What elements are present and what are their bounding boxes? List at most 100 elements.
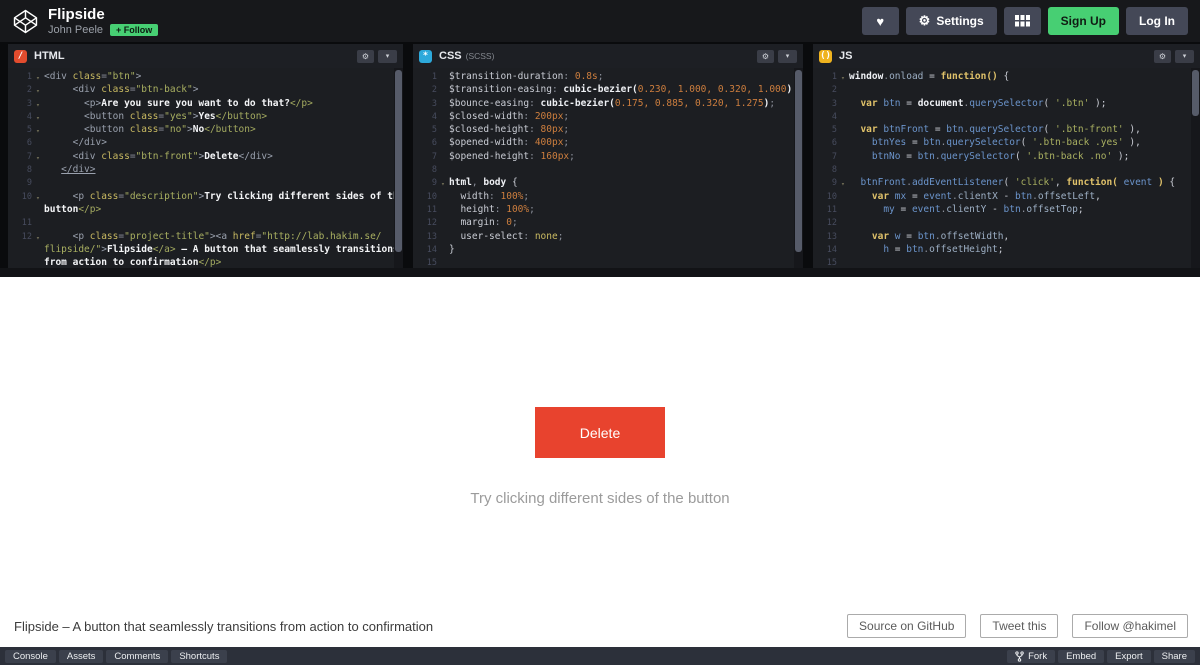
editor-preview-resizer[interactable] — [0, 268, 1200, 277]
code-line[interactable]: 14} — [413, 243, 803, 256]
pen-author[interactable]: John Peele — [48, 24, 103, 36]
code-line[interactable]: 12 — [813, 216, 1200, 229]
preview-area: Delete Try clicking different sides of t… — [0, 277, 1200, 647]
code-line[interactable]: 1▾window.onload = function() { — [813, 70, 1200, 83]
html-panel-header: / HTML ⚙ ▾ — [8, 44, 403, 68]
html-code-area[interactable]: 1▾<div class="btn">2▾ <div class="btn-ba… — [8, 68, 403, 268]
code-line[interactable]: 12▾ <p class="project-title"><a href="ht… — [8, 230, 403, 243]
code-line[interactable]: 13 var w = btn.offsetWidth, — [813, 230, 1200, 243]
fork-button[interactable]: Fork — [1007, 650, 1055, 663]
code-line[interactable]: 8 — [813, 163, 1200, 176]
code-line[interactable]: 9▾html, body { — [413, 176, 803, 189]
code-line[interactable]: 11 — [8, 216, 403, 229]
code-line[interactable]: 6 </div> — [8, 136, 403, 149]
code-line[interactable]: 13 user-select: none; — [413, 230, 803, 243]
code-line[interactable]: 6$opened-width: 400px; — [413, 136, 803, 149]
chevron-down-icon: ▾ — [386, 52, 390, 60]
code-line[interactable]: button</p> — [8, 203, 403, 216]
gear-icon: ⚙ — [762, 52, 769, 61]
code-line[interactable]: 2$transition-easing: cubic-bezier(0.230,… — [413, 83, 803, 96]
follow-button[interactable]: + Follow — [110, 24, 158, 36]
fork-label: Fork — [1028, 651, 1047, 662]
bottom-bar: Console Assets Comments Shortcuts Fork E… — [0, 647, 1200, 665]
code-line[interactable]: 5▾ <button class="no">No</button> — [8, 123, 403, 136]
source-on-github-button[interactable]: Source on GitHub — [847, 614, 966, 638]
code-line[interactable]: 10 width: 100%; — [413, 190, 803, 203]
code-line[interactable]: 14 h = btn.offsetHeight; — [813, 243, 1200, 256]
code-line[interactable]: 4$closed-width: 200px; — [413, 110, 803, 123]
delete-button[interactable]: Delete — [535, 407, 665, 458]
css-panel-label: CSS — [439, 50, 462, 62]
tweet-this-button[interactable]: Tweet this — [980, 614, 1058, 638]
code-line[interactable]: 6 btnYes = btn.querySelector( '.btn-back… — [813, 136, 1200, 149]
top-header: Flipside John Peele + Follow ♥ ⚙ Setting… — [0, 0, 1200, 42]
code-line[interactable]: 4 — [813, 110, 1200, 123]
html-panel-label: HTML — [34, 50, 65, 62]
code-line[interactable]: 8 </div> — [8, 163, 403, 176]
code-line[interactable]: flipside/">Flipside</a> – A button that … — [8, 243, 403, 256]
css-settings-button[interactable]: ⚙ — [757, 50, 774, 63]
code-line[interactable]: 10▾ <p class="description">Try clicking … — [8, 190, 403, 203]
js-scrollbar[interactable] — [1191, 68, 1200, 268]
code-line[interactable]: 15 — [813, 256, 1200, 268]
shortcuts-button[interactable]: Shortcuts — [171, 650, 227, 663]
gear-icon: ⚙ — [1159, 52, 1166, 61]
html-editor-panel: / HTML ⚙ ▾ 1▾<div class="btn">2▾ <div cl… — [8, 44, 403, 268]
css-panel-suffix: (SCSS) — [466, 51, 495, 61]
code-line[interactable]: 8 — [413, 163, 803, 176]
js-panel-header: () JS ⚙ ▾ — [813, 44, 1200, 68]
comments-button[interactable]: Comments — [106, 650, 168, 663]
codepen-logo-icon[interactable] — [12, 8, 39, 35]
css-collapse-button[interactable]: ▾ — [778, 50, 797, 63]
code-line[interactable]: 15 — [413, 256, 803, 268]
code-line[interactable]: 2 — [813, 83, 1200, 96]
code-line[interactable]: 2▾ <div class="btn-back"> — [8, 83, 403, 96]
code-line[interactable]: 7 btnNo = btn.querySelector( '.btn-back … — [813, 150, 1200, 163]
code-line[interactable]: 3 var btn = document.querySelector( '.bt… — [813, 97, 1200, 110]
code-line[interactable]: 5$closed-height: 80px; — [413, 123, 803, 136]
code-line[interactable]: 12 margin: 0; — [413, 216, 803, 229]
js-lang-icon: () — [819, 50, 832, 63]
code-line[interactable]: 9▾ btnFront.addEventListener( 'click', f… — [813, 176, 1200, 189]
assets-button[interactable]: Assets — [59, 650, 104, 663]
code-line[interactable]: 7▾ <div class="btn-front">Delete</div> — [8, 150, 403, 163]
html-scrollbar[interactable] — [394, 68, 403, 268]
html-settings-button[interactable]: ⚙ — [357, 50, 374, 63]
love-button[interactable]: ♥ — [862, 7, 899, 35]
code-line[interactable]: from action to confirmation</p> — [8, 256, 403, 268]
code-line[interactable]: 7$opened-height: 160px; — [413, 150, 803, 163]
change-view-button[interactable] — [1004, 7, 1041, 35]
code-line[interactable]: 5 var btnFront = btn.querySelector( '.bt… — [813, 123, 1200, 136]
html-collapse-button[interactable]: ▾ — [378, 50, 397, 63]
log-in-button[interactable]: Log In — [1126, 7, 1188, 35]
js-collapse-button[interactable]: ▾ — [1175, 50, 1194, 63]
js-settings-button[interactable]: ⚙ — [1154, 50, 1171, 63]
grid-view-icon — [1015, 15, 1030, 27]
code-line[interactable]: 9 — [8, 176, 403, 189]
console-button[interactable]: Console — [5, 650, 56, 663]
css-editor-panel: * CSS (SCSS) ⚙ ▾ 1$transition-duration: … — [413, 44, 803, 268]
embed-button[interactable]: Embed — [1058, 650, 1104, 663]
js-code-area[interactable]: 1▾window.onload = function() {23 var btn… — [813, 68, 1200, 268]
settings-button[interactable]: ⚙ Settings — [906, 7, 997, 35]
follow-hakimel-button[interactable]: Follow @hakimel — [1072, 614, 1188, 638]
code-line[interactable]: 1$transition-duration: 0.8s; — [413, 70, 803, 83]
code-line[interactable]: 4▾ <button class="yes">Yes</button> — [8, 110, 403, 123]
editors-row: / HTML ⚙ ▾ 1▾<div class="btn">2▾ <div cl… — [0, 42, 1200, 268]
share-button[interactable]: Share — [1154, 650, 1195, 663]
sign-up-button[interactable]: Sign Up — [1048, 7, 1119, 35]
gear-icon: ⚙ — [362, 52, 369, 61]
code-line[interactable]: 3▾ <p>Are you sure you want to do that?<… — [8, 97, 403, 110]
code-line[interactable]: 11 my = event.clientY - btn.offsetTop; — [813, 203, 1200, 216]
preview-hint-text: Try clicking different sides of the butt… — [0, 490, 1200, 507]
export-button[interactable]: Export — [1107, 650, 1150, 663]
js-panel-label: JS — [839, 50, 852, 62]
settings-label: Settings — [936, 14, 983, 28]
css-code-area[interactable]: 1$transition-duration: 0.8s;2$transition… — [413, 68, 803, 268]
code-line[interactable]: 3$bounce-easing: cubic-bezier(0.175, 0.8… — [413, 97, 803, 110]
code-line[interactable]: 11 height: 100%; — [413, 203, 803, 216]
code-line[interactable]: 10 var mx = event.clientX - btn.offsetLe… — [813, 190, 1200, 203]
css-lang-icon: * — [419, 50, 432, 63]
css-scrollbar[interactable] — [794, 68, 803, 268]
code-line[interactable]: 1▾<div class="btn"> — [8, 70, 403, 83]
